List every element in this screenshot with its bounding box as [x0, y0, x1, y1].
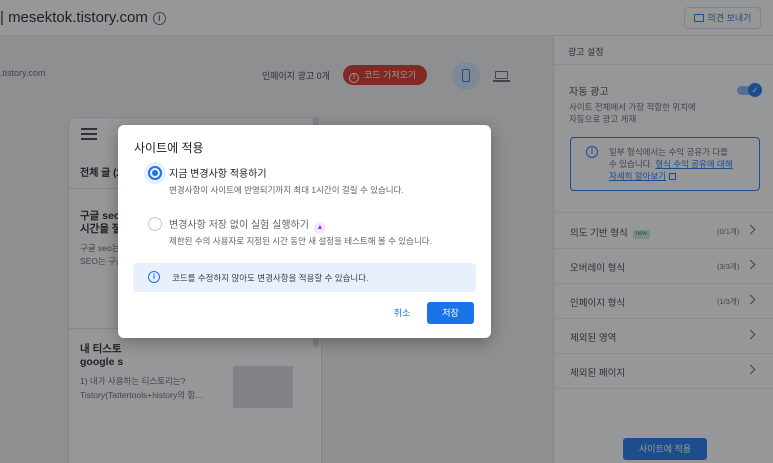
run-experiment-radio[interactable]: [148, 217, 162, 231]
info-icon: i: [148, 271, 160, 283]
apply-to-site-dialog: 사이트에 적용 지금 변경사항 적용하기 변경사항이 사이트에 반영되기까지 최…: [118, 125, 491, 338]
save-button[interactable]: 저장: [427, 302, 474, 324]
apply-now-option-desc: 변경사항이 사이트에 반영되기까지 최대 1시간이 걸릴 수 있습니다.: [169, 185, 404, 195]
run-experiment-option-title[interactable]: 변경사항 저장 없이 실험 실행하기 ▲: [169, 216, 326, 234]
experiment-flask-icon: ▲: [313, 222, 326, 234]
apply-now-radio[interactable]: [148, 166, 162, 180]
notice-text: 코드를 수정하지 않아도 변경사항을 적용할 수 있습니다.: [172, 273, 369, 283]
info-notice: i 코드를 수정하지 않아도 변경사항을 적용할 수 있습니다.: [133, 263, 476, 292]
dialog-title: 사이트에 적용: [134, 141, 204, 155]
run-experiment-option-desc: 제한된 수의 사용자로 지정된 시간 동안 새 설정을 테스트해 볼 수 있습니…: [169, 236, 432, 246]
apply-now-option-title[interactable]: 지금 변경사항 적용하기: [169, 165, 267, 180]
cancel-button[interactable]: 취소: [390, 303, 414, 323]
